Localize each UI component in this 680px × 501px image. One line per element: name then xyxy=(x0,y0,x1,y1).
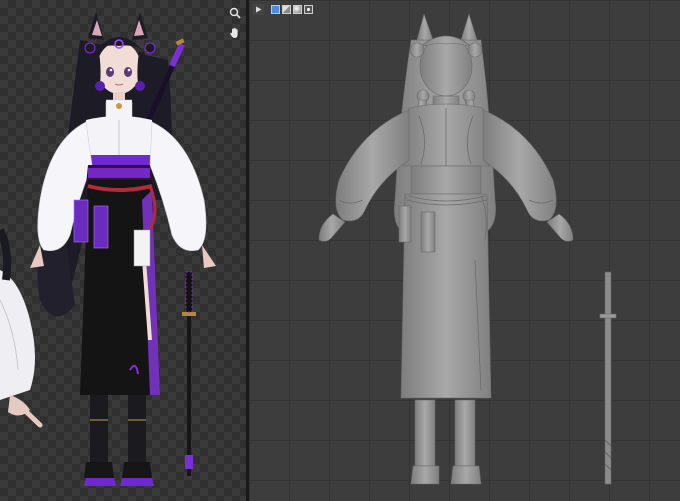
play-button[interactable] xyxy=(253,3,264,15)
shading-material-button[interactable] xyxy=(293,4,302,14)
shading-solid-active-button[interactable] xyxy=(271,4,280,14)
shading-wireframe-button[interactable] xyxy=(282,4,291,14)
textured-character-image xyxy=(0,12,216,486)
shading-rendered-button[interactable] xyxy=(304,4,313,14)
play-icon xyxy=(256,6,262,12)
zoom-button[interactable] xyxy=(228,6,242,20)
viewport-header xyxy=(253,3,313,15)
image-nav-tools xyxy=(228,6,242,40)
right-sleeve xyxy=(149,121,207,251)
clay-katana xyxy=(599,271,617,485)
3d-viewport[interactable] xyxy=(249,0,680,501)
app-window xyxy=(0,0,680,501)
pan-button[interactable] xyxy=(228,26,242,40)
right-boot xyxy=(128,395,146,465)
image-editor-panel[interactable] xyxy=(0,0,246,501)
katana-standalone xyxy=(182,271,196,476)
clay-model-render xyxy=(318,12,617,485)
magnifier-icon xyxy=(229,7,241,19)
hand-icon xyxy=(230,27,238,38)
left-boot xyxy=(90,395,108,465)
